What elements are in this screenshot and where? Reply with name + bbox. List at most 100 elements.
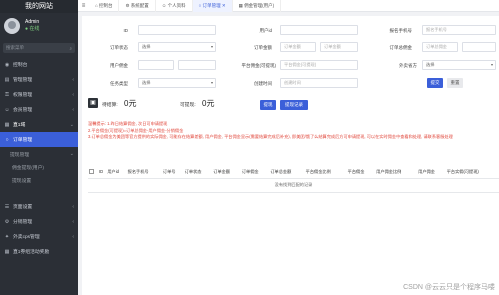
list-icon: ▤: [4, 76, 10, 83]
sidebar-item-dashboard[interactable]: ◉ 控制台: [0, 57, 78, 72]
select-all-checkbox[interactable]: [89, 169, 94, 175]
chevron-left-icon: ‹: [72, 91, 74, 98]
created-time-input[interactable]: 创建时间: [280, 78, 358, 88]
order-amount-to[interactable]: 订单金额: [320, 42, 358, 52]
user-commission-label: 用户佣金: [110, 63, 128, 68]
pending-label: 待结算:: [102, 103, 118, 108]
sidebar-item-manage[interactable]: ▤ 管理管理 ‹: [0, 72, 78, 87]
grid-icon: ▦: [4, 248, 10, 255]
col-user-id[interactable]: 用户id: [106, 166, 127, 179]
star-icon: ✦: [4, 233, 10, 240]
search-icon[interactable]: ⌕: [69, 46, 72, 51]
user-commission-to[interactable]: [178, 60, 216, 70]
withdrawable-value: 0元: [202, 99, 215, 108]
sidebar-item-members[interactable]: ☺ 会员管理 ‹: [0, 102, 78, 117]
key-icon: ⚿: [5, 91, 9, 98]
col-platform-commission[interactable]: 平台佣金: [346, 166, 376, 179]
col-order-status[interactable]: 订单状态: [183, 166, 213, 179]
sidebar-item-pages[interactable]: ☰ 页面设置 ‹: [0, 199, 78, 214]
sidebar-search[interactable]: 搜索菜单 ⌕: [3, 43, 75, 53]
col-id[interactable]: ID: [98, 166, 107, 179]
page-icon: ☰: [4, 203, 10, 210]
id-input[interactable]: [138, 25, 216, 35]
sidebar-item-orders[interactable]: ○ 订单管理: [0, 132, 78, 147]
created-time-label: 创建时间: [254, 81, 272, 86]
orders-table: ID 用户id 报名手机号 订单号 订单状态 订单金额 订单佣金 订单总金额 平…: [88, 166, 499, 193]
order-total-from[interactable]: 订单总佣金: [422, 42, 458, 52]
takeaway-select[interactable]: 选择 ▾: [422, 60, 496, 70]
sidebar-search-input[interactable]: 搜索菜单: [6, 45, 24, 51]
wallet-icon: ▣: [88, 98, 98, 108]
order-total-to[interactable]: [462, 42, 496, 52]
task-type-label: 任务类型: [110, 81, 128, 86]
sidebar-item-takeaway[interactable]: ✦ 外卖cps管理 ‹: [0, 229, 78, 244]
sidebar-item-coupon[interactable]: ▦ 直1券组活动奖励: [0, 244, 78, 259]
order-status-select[interactable]: 选择 ▾: [138, 42, 216, 52]
col-order-total[interactable]: 订单总金额: [269, 166, 305, 179]
user-status: ● 在线: [25, 26, 40, 32]
task-type-select[interactable]: 选择 ▾: [138, 78, 216, 88]
order-status-label: 订单状态: [110, 45, 128, 50]
sidebar: 我的网站 Admin ● 在线 搜索菜单 ⌕ ◉ 控制台 ▤ 管理管理 ‹ ⚿ 权限管理…: [0, 0, 78, 295]
col-user-rate[interactable]: 用户佣金比例: [375, 166, 418, 179]
tab-profile[interactable]: ☺ 个人资料: [156, 0, 193, 12]
sidebar-item-withdraw-settings[interactable]: 提现设置: [0, 174, 78, 187]
sidebar-item-user-withdraw[interactable]: 佣金提现(用户): [0, 161, 78, 174]
col-platform-rate[interactable]: 平台佣金比例: [304, 166, 347, 179]
sidebar-item-withdraw[interactable]: 提现管理 ⌄: [0, 147, 78, 161]
empty-message: 没有找到匹配的记录: [88, 178, 499, 193]
dashboard-icon: ◉: [4, 61, 10, 68]
circle-icon: ○: [5, 136, 9, 143]
user-name: Admin: [25, 19, 40, 25]
avatar: [4, 18, 20, 34]
caret-down-icon: ▾: [490, 62, 493, 67]
main-panel: ID 用户id 报名手机号 报名手机号 订单状态 选择 ▾ 订单金额 订单金额 订…: [82, 16, 499, 295]
tab-dashboard[interactable]: ⌂ 控制台: [89, 0, 120, 12]
withdraw-button[interactable]: 提现: [260, 100, 276, 110]
col-phone[interactable]: 报名手机号: [126, 166, 162, 179]
sidebar-item-distribution[interactable]: ⚙ 分销管理 ‹: [0, 214, 78, 229]
col-order-no[interactable]: 订单号: [161, 166, 184, 179]
chevron-down-icon: ⌄: [69, 121, 74, 128]
phone-label: 报名手机号: [389, 28, 413, 33]
caret-down-icon: ▾: [210, 80, 213, 85]
user-id-label: 用户id: [259, 28, 272, 33]
chevron-left-icon: ‹: [72, 203, 74, 210]
order-amount-label: 订单金额: [254, 45, 272, 50]
grid-icon: ▦: [4, 121, 10, 128]
tab-commission[interactable]: ▦ 佣金管理(用户): [233, 0, 282, 12]
table-row: 没有找到匹配的记录: [88, 178, 499, 193]
user-icon: ☺: [4, 106, 10, 113]
user-panel: Admin ● 在线: [0, 13, 78, 39]
order-amount-from[interactable]: 订单金额: [280, 42, 316, 52]
col-user-commission[interactable]: 用户佣金: [417, 166, 446, 179]
col-order-amount[interactable]: 订单金额: [212, 166, 241, 179]
warning-notice: 温馨提示: 1.昨日结算佣金, 次日可申请提现 2.平台佣金(可提现)=订单总佣…: [88, 121, 498, 141]
sidebar-item-permissions[interactable]: ⚿ 权限管理 ‹: [0, 87, 78, 102]
top-tab-bar: ≡ ⌂ 控制台 ⚙ 系统配置 ☺ 个人资料 ○ 订单管理 ✕ ▦ 佣金管理(用户…: [78, 0, 499, 12]
chevron-left-icon: ‹: [72, 233, 74, 240]
tab-orders[interactable]: ○ 订单管理 ✕: [192, 0, 233, 12]
pending-value: 0元: [124, 99, 137, 108]
platform-commission-input[interactable]: 平台佣金(可提现): [280, 60, 358, 70]
withdraw-records-button[interactable]: 提现记录: [280, 100, 308, 110]
withdrawable-label: 可提现:: [180, 103, 196, 108]
takeaway-label: 外卖省方: [399, 63, 417, 68]
chevron-left-icon: ‹: [72, 106, 74, 113]
col-platform-net[interactable]: 平台实佣(可提现): [445, 166, 499, 179]
user-commission-from[interactable]: [138, 60, 174, 70]
submit-button[interactable]: 提交: [427, 78, 443, 88]
chevron-left-icon: ‹: [72, 218, 74, 225]
tab-config[interactable]: ⚙ 系统配置: [119, 0, 156, 12]
menu-toggle-icon[interactable]: ≡: [78, 3, 89, 9]
brand-title: 我的网站: [0, 0, 78, 13]
user-id-input[interactable]: [280, 25, 358, 35]
sidebar-item-group[interactable]: ▦ 直1域 ⌄: [0, 117, 78, 132]
id-label: ID: [123, 28, 129, 33]
warning-line-3: 3.订单总佣金为美团等官方提供的实际佣金, 可能存在结算差额, 用户佣金, 平台…: [88, 134, 453, 139]
col-order-commission[interactable]: 订单佣金: [240, 166, 270, 179]
phone-input[interactable]: 报名手机号: [422, 25, 496, 35]
table-header-row: ID 用户id 报名手机号 订单号 订单状态 订单金额 订单佣金 订单总金额 平…: [88, 166, 499, 179]
reset-button[interactable]: 重置: [447, 78, 463, 88]
platform-commission-label: 平台佣金(可提现): [241, 63, 277, 68]
